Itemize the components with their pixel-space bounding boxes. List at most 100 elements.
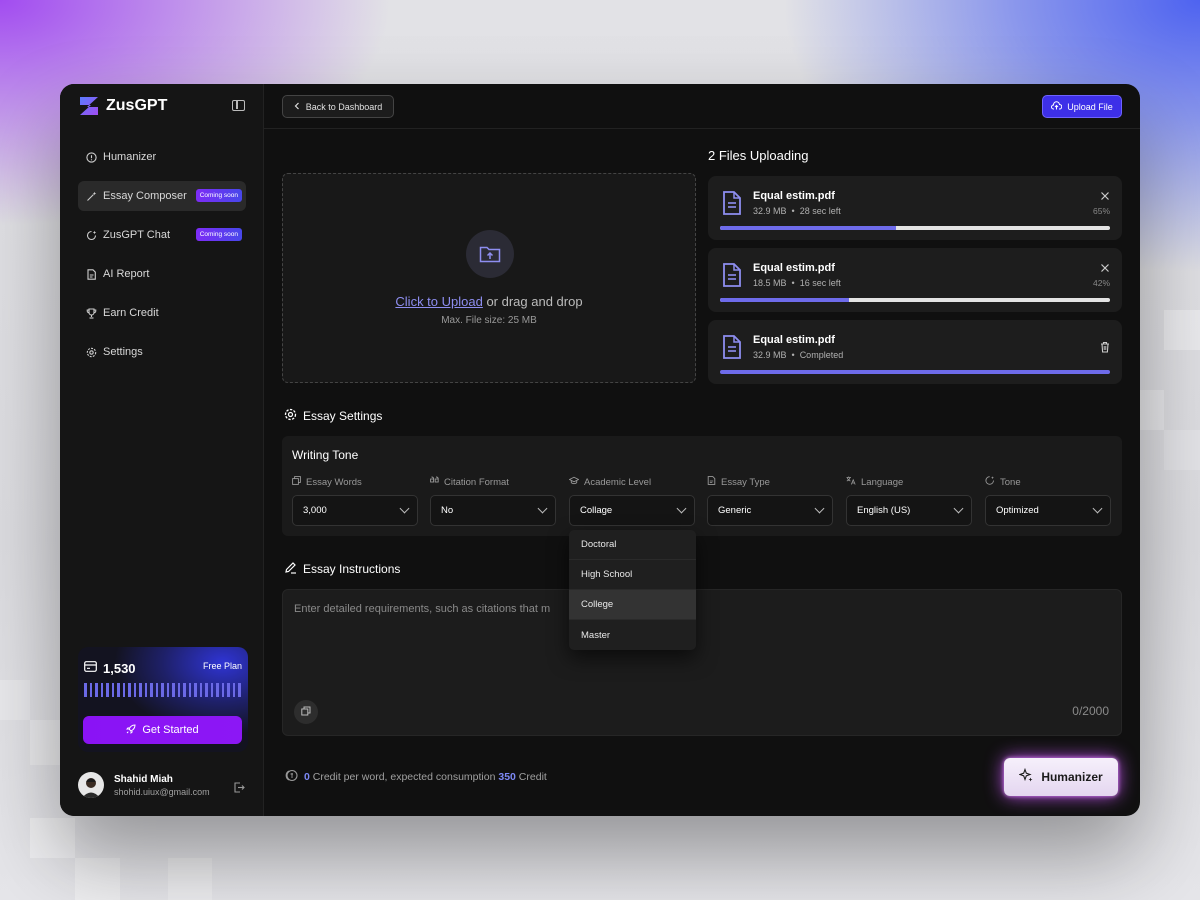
file-name: Equal estim.pdf (753, 190, 835, 202)
select-value: No (441, 505, 454, 516)
file-status: Completed (799, 350, 844, 360)
upload-file-button[interactable]: Upload File (1042, 95, 1122, 118)
file-percent: 42% (1092, 278, 1110, 288)
humanizer-button[interactable]: Humanizer (1004, 758, 1118, 796)
sidebar-item-zusgpt-chat[interactable]: ZusGPT Chat Coming soon (78, 220, 246, 250)
app-window: ZusGPT Humanizer Essay Composer Coming s… (60, 84, 1140, 816)
field-label-text: Tone (1000, 476, 1021, 488)
back-to-dashboard-button[interactable]: Back to Dashboard (282, 95, 394, 118)
plan-label: Free Plan (202, 661, 242, 671)
progress-fill (720, 370, 1110, 374)
get-started-label: Get Started (142, 724, 199, 736)
credit-text: Credit per word, expected consumption (309, 771, 499, 783)
graduation-cap-icon (568, 476, 580, 488)
sidebar-nav: Humanizer Essay Composer Coming soon Zus… (78, 142, 246, 376)
field-label-text: Citation Format (444, 476, 509, 488)
magic-wand-icon (86, 191, 97, 202)
copy-button[interactable] (294, 700, 318, 724)
select-value: Optimized (996, 505, 1039, 516)
field-tone: Tone Optimized (985, 476, 1111, 526)
coming-soon-badge: Coming soon (195, 189, 242, 202)
field-label: Tone (985, 476, 1111, 488)
usage-bar (122, 683, 125, 697)
file-item: Equal estim.pdf 32.9 MB • 28 sec left 65… (708, 176, 1122, 240)
logo[interactable]: ZusGPT (78, 96, 167, 116)
writing-tone-panel: Writing Tone Essay Words 3,000 Citation … (282, 436, 1122, 536)
file-status: 16 sec left (799, 278, 841, 288)
select-value: Collage (580, 505, 613, 516)
sidebar-item-label: Essay Composer (103, 190, 187, 202)
writing-tone-title: Writing Tone (292, 448, 359, 462)
language-select[interactable]: English (US) (846, 495, 972, 526)
get-started-button[interactable]: Get Started (83, 716, 242, 744)
dropdown-option-college[interactable]: College (569, 590, 696, 620)
field-label: Language (846, 476, 972, 488)
essay-instructions-textarea[interactable]: Enter detailed requirements, such as cit… (282, 589, 1122, 736)
essay-type-select[interactable]: Generic (707, 495, 833, 526)
essay-words-select[interactable]: 3,000 (292, 495, 418, 526)
click-to-upload-link[interactable]: Click to Upload (395, 294, 482, 309)
credit-card-icon (84, 659, 97, 677)
usage-bar (194, 683, 197, 697)
chevron-down-icon (537, 503, 548, 514)
sparkles-icon (1018, 767, 1034, 786)
avatar (78, 772, 104, 798)
instructions-placeholder: Enter detailed requirements, such as cit… (294, 603, 551, 615)
sidebar-collapse-icon[interactable] (232, 100, 245, 111)
usage-bar (89, 683, 92, 697)
user-profile[interactable]: Shahid Miah shohid.uiux@gmail.com (78, 772, 210, 798)
file-meta: 32.9 MB • 28 sec left (753, 206, 841, 216)
info-circle-icon (86, 151, 97, 163)
sidebar-item-ai-report[interactable]: AI Report (78, 259, 246, 289)
field-label: Essay Words (292, 476, 418, 488)
tone-select[interactable]: Optimized (985, 495, 1111, 526)
usage-bar (139, 683, 142, 697)
humanizer-label: Humanizer (1041, 770, 1103, 784)
pencil-icon (284, 561, 297, 577)
copy-icon (301, 703, 311, 721)
usage-bar (210, 683, 213, 697)
coming-soon-badge: Coming soon (195, 228, 242, 241)
character-counter: 0/2000 (1072, 704, 1109, 718)
credit-usage-bars (84, 683, 244, 697)
dropdown-option-high-school[interactable]: High School (569, 560, 696, 590)
credit-text: Credit (515, 771, 547, 783)
academic-level-select[interactable]: Collage (569, 495, 695, 526)
usage-bar (166, 683, 169, 697)
close-icon[interactable] (1100, 260, 1110, 272)
field-label: Academic Level (568, 476, 695, 488)
sidebar-item-essay-composer[interactable]: Essay Composer Coming soon (78, 181, 246, 211)
translate-icon (846, 476, 856, 488)
sidebar-item-settings[interactable]: Settings (78, 337, 246, 367)
citation-format-select[interactable]: No (430, 495, 556, 526)
dropdown-option-doctoral[interactable]: Doctoral (569, 530, 696, 560)
credit-consumption-note: 0 Credit per word, expected consumption … (284, 769, 547, 785)
essay-settings-title: Essay Settings (284, 408, 382, 424)
logout-icon[interactable] (234, 780, 245, 793)
field-label-text: Language (861, 476, 904, 488)
usage-bar (205, 683, 208, 697)
usage-bar (172, 683, 175, 697)
file-size: 32.9 MB (753, 350, 787, 360)
sidebar-item-earn-credit[interactable]: Earn Credit (78, 298, 246, 328)
sidebar-item-humanizer[interactable]: Humanizer (78, 142, 246, 172)
drag-drop-text: or drag and drop (482, 294, 583, 309)
close-icon[interactable] (1100, 188, 1110, 200)
trash-icon[interactable] (1100, 340, 1110, 353)
field-essay-type: Essay Type Generic (707, 476, 833, 526)
usage-bar (177, 683, 180, 697)
user-name: Shahid Miah (114, 773, 173, 785)
usage-bar (155, 683, 158, 697)
app-name: ZusGPT (106, 97, 168, 114)
select-value: Generic (718, 505, 752, 516)
progress-bar (720, 370, 1110, 374)
usage-bar (227, 683, 230, 697)
pdf-file-icon (722, 191, 742, 215)
field-essay-words: Essay Words 3,000 (292, 476, 418, 526)
quote-icon (430, 476, 439, 488)
field-label: Essay Type (707, 476, 833, 488)
usage-bar (183, 683, 186, 697)
file-name: Equal estim.pdf (753, 262, 835, 274)
file-drop-zone[interactable]: Click to Upload or drag and drop Max. Fi… (282, 173, 696, 383)
dropdown-option-master[interactable]: Master (569, 620, 696, 650)
